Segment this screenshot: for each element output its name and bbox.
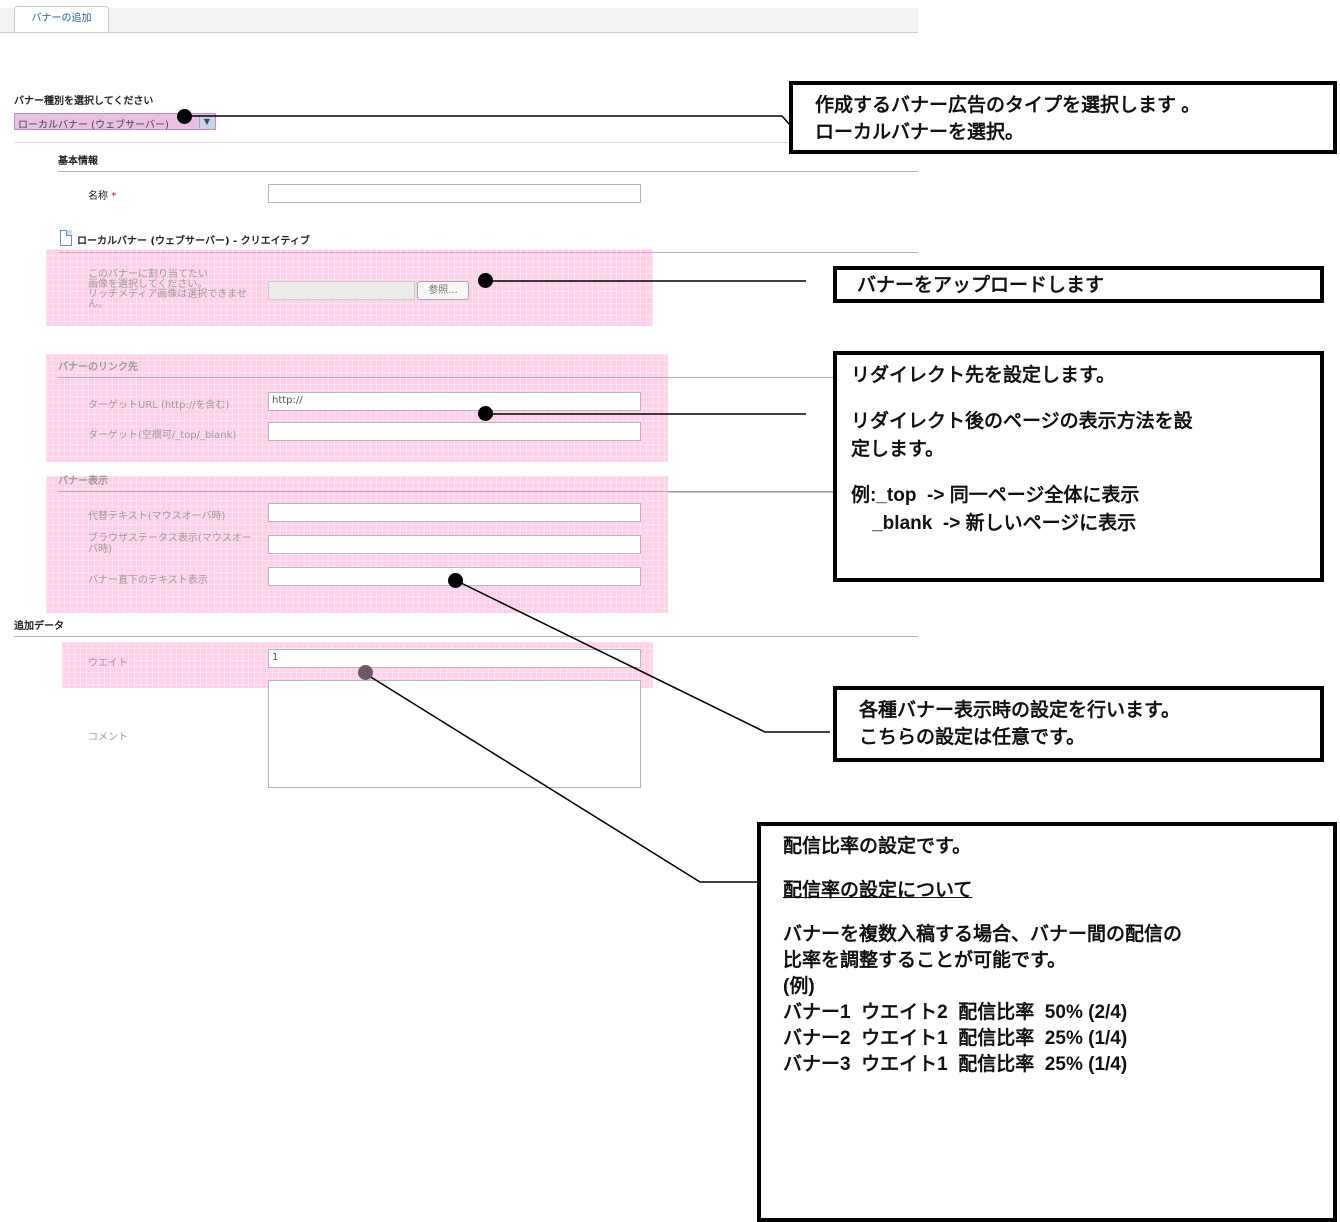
callout-spacer xyxy=(783,904,1333,922)
callout-line: 配信率の設定について xyxy=(783,880,973,901)
callout-banner-type: 作成するバナー広告のタイプを選択します 。 ローカルバナーを選択。 xyxy=(789,81,1337,154)
callout-line: バナー2 ウエイト1 配信比率 25% (1/4) xyxy=(783,1028,1128,1049)
callout-line: 例:_top -> 同一ページ全体に表示 xyxy=(851,485,1140,506)
callout-spacer xyxy=(851,390,1320,408)
marker-dot xyxy=(448,573,463,588)
callout-line: バナーを複数入稿する場合、バナー間の配信の xyxy=(783,924,1183,945)
callout-line: _blank -> 新しいページに表示 xyxy=(851,513,1137,534)
callout-line: 各種バナー表示時の設定を行います。 xyxy=(859,700,1181,721)
marker-dot xyxy=(358,665,373,680)
marker-dot xyxy=(478,273,493,288)
callout-line: 作成するバナー広告のタイプを選択します 。 xyxy=(815,95,1201,116)
callout-line: バナー3 ウエイト1 配信比率 25% (1/4) xyxy=(783,1054,1128,1075)
callout-line: バナー1 ウエイト2 配信比率 50% (2/4) xyxy=(783,1002,1128,1023)
callout-redirect: リダイレクト先を設定します。 リダイレクト後のページの表示方法を設 定します。 … xyxy=(833,351,1324,582)
callout-line: こちらの設定は任意です。 xyxy=(859,727,1086,748)
callout-line: リダイレクト後のページの表示方法を設 xyxy=(851,411,1193,432)
callout-line: バナーをアップロードします xyxy=(857,275,1105,296)
callout-upload: バナーをアップロードします xyxy=(833,266,1324,303)
marker-dot xyxy=(177,109,192,124)
callout-line: ローカルバナーを選択。 xyxy=(815,122,1025,143)
callout-spacer xyxy=(851,464,1320,482)
callout-line: 配信比率の設定です。 xyxy=(783,836,972,857)
callout-spacer xyxy=(783,860,1333,878)
marker-dot xyxy=(478,406,493,421)
callout-weight: 配信比率の設定です。 配信率の設定について バナーを複数入稿する場合、バナー間の… xyxy=(757,822,1337,1222)
callout-line: (例) xyxy=(783,976,815,997)
callout-line: 比率を調整することが可能です。 xyxy=(783,950,1067,971)
callout-line: 定します。 xyxy=(851,439,945,460)
callout-line: リダイレクト先を設定します。 xyxy=(851,365,1116,386)
callout-display: 各種バナー表示時の設定を行います。 こちらの設定は任意です。 xyxy=(833,686,1324,762)
